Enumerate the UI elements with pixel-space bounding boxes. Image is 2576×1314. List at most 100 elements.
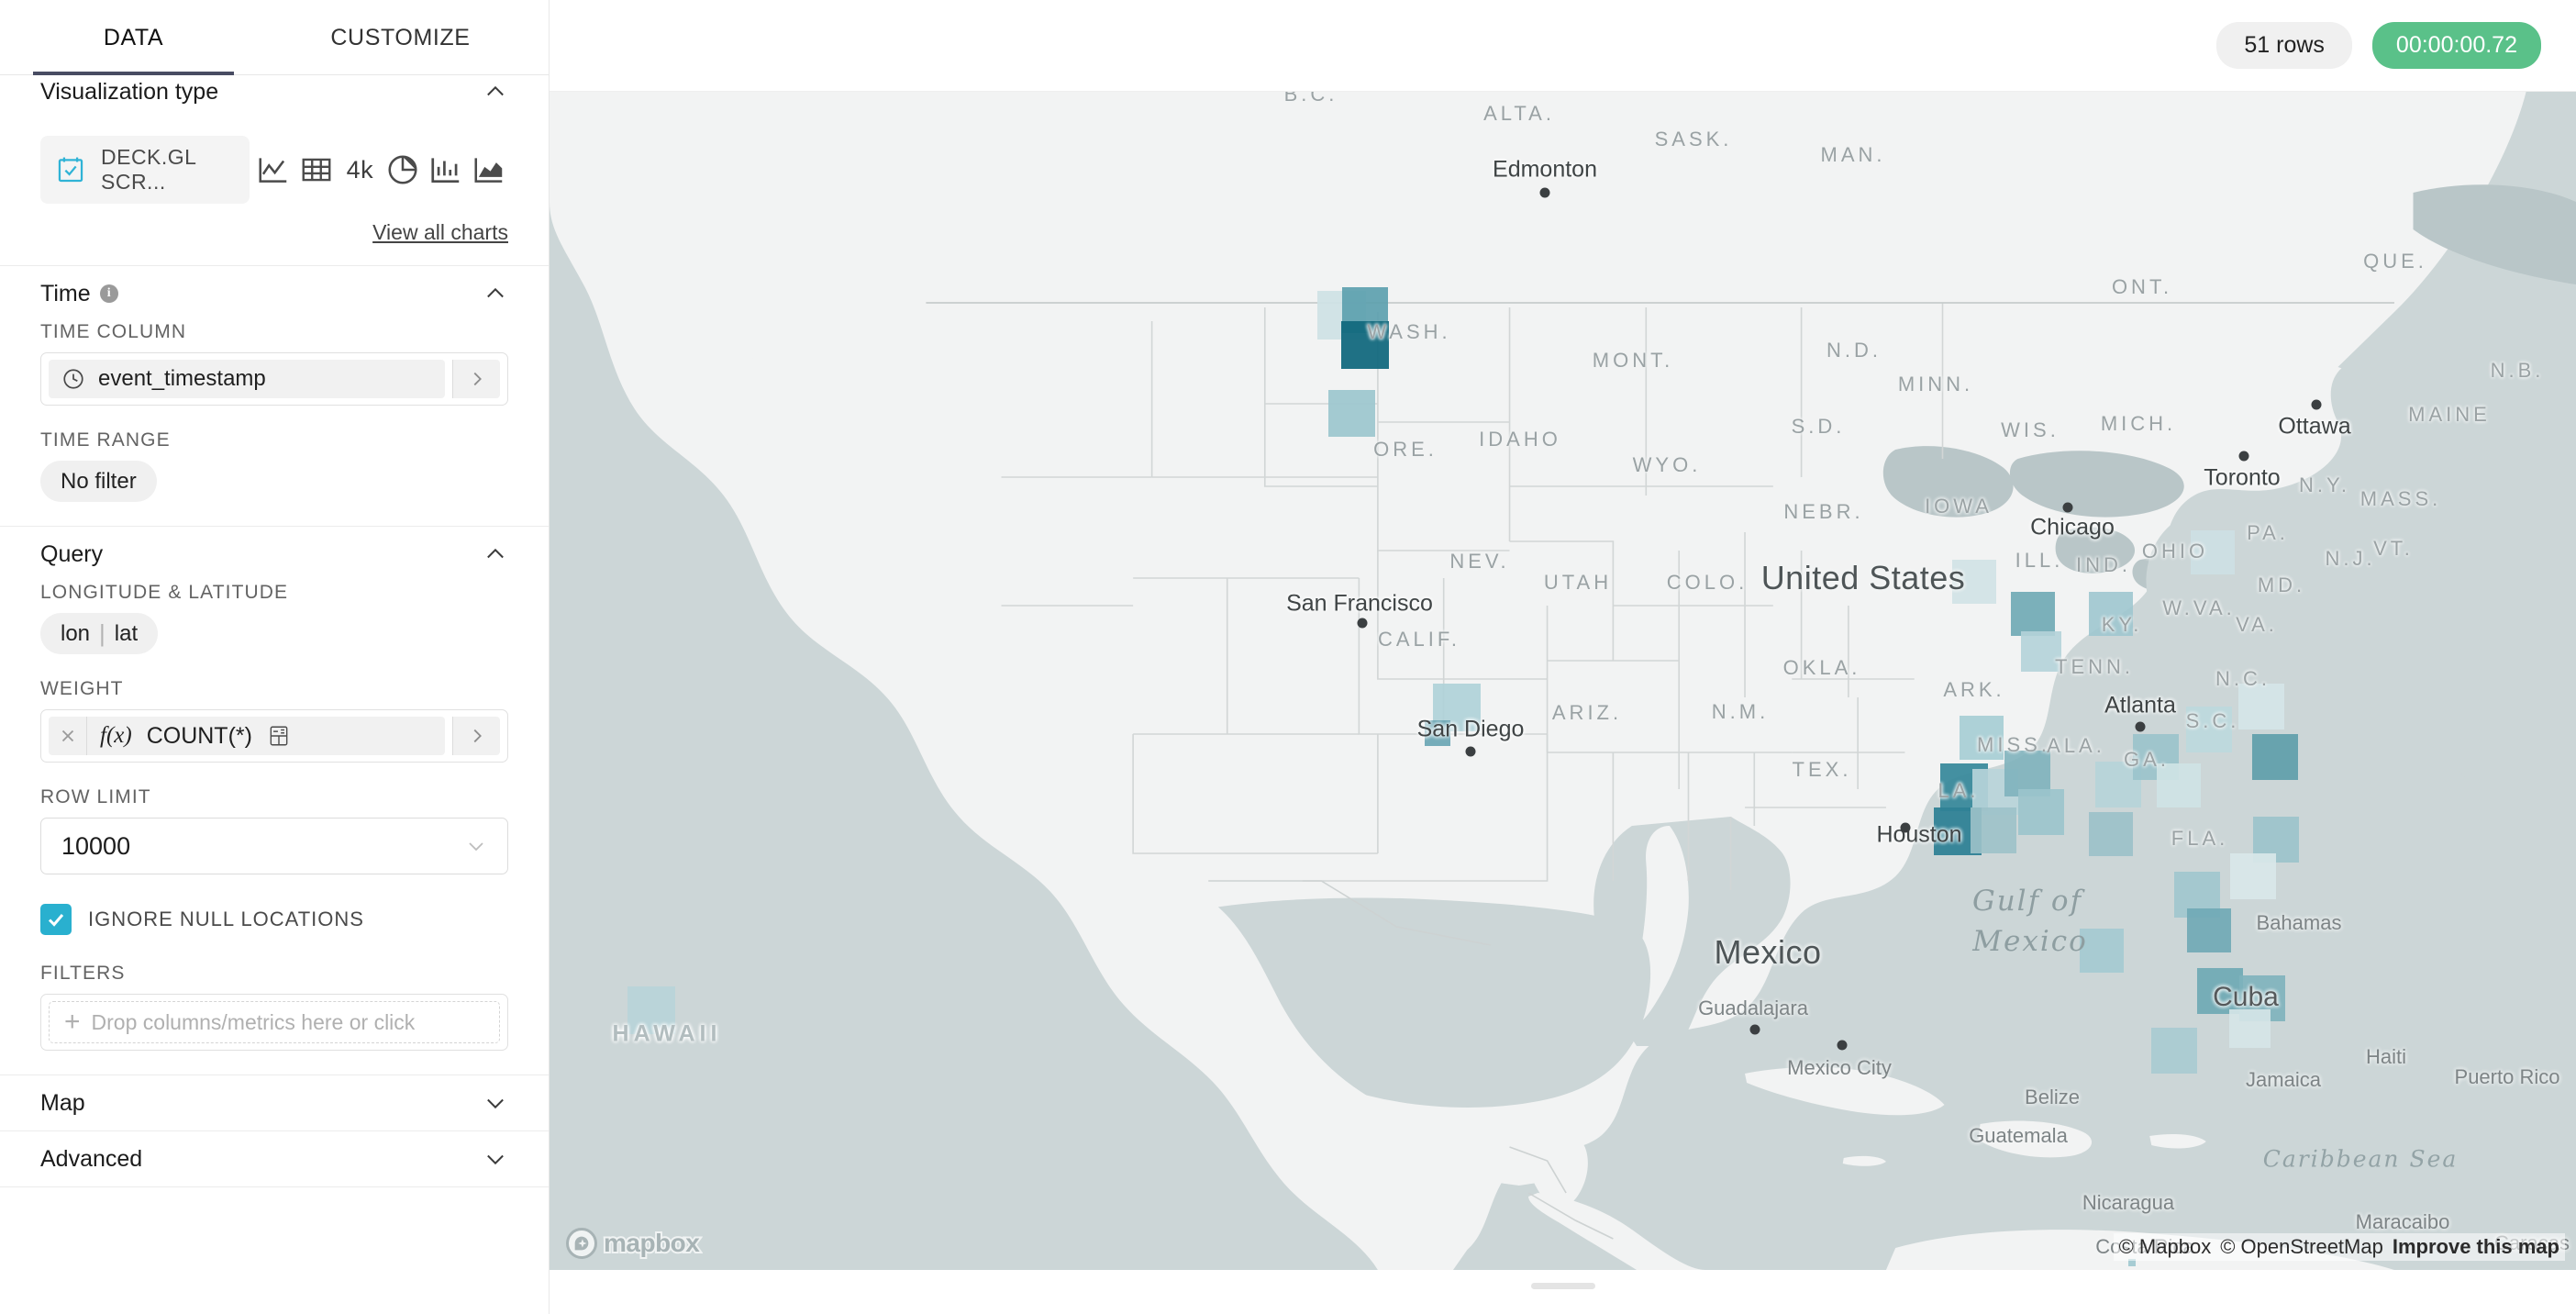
- chevron-down-icon[interactable]: [483, 1090, 508, 1116]
- screengrid-cell[interactable]: [2011, 592, 2055, 636]
- control-weight: WEIGHT f(x) COUNT(*): [40, 678, 508, 786]
- city-dot: [2135, 721, 2146, 732]
- panel-scroll-area[interactable]: Visualization type DECK.GL SCR... 4k Vie…: [0, 64, 549, 1314]
- chevron-down-icon[interactable]: [483, 1146, 508, 1172]
- control-ignore-null-locations[interactable]: IGNORE NULL LOCATIONS: [40, 898, 508, 963]
- area-chart-icon[interactable]: [471, 148, 508, 192]
- screengrid-cell[interactable]: [1425, 720, 1450, 746]
- screengrid-cell[interactable]: [627, 986, 675, 1034]
- ignore-null-locations-checkbox[interactable]: [40, 904, 72, 935]
- time-column-value-chip[interactable]: event_timestamp: [49, 360, 445, 398]
- chevron-up-icon[interactable]: [483, 281, 508, 306]
- section-title-visualization-type: Visualization type: [40, 78, 219, 105]
- ignore-null-locations-label: IGNORE NULL LOCATIONS: [88, 908, 364, 930]
- bar-chart-icon[interactable]: [427, 148, 465, 192]
- section-header-query[interactable]: Query: [40, 527, 508, 582]
- time-range-value: No filter: [61, 468, 137, 494]
- big-number-4k-icon[interactable]: 4k: [341, 148, 379, 192]
- section-advanced: Advanced: [0, 1131, 549, 1187]
- screengrid-cell[interactable]: [2021, 631, 2061, 672]
- superset-explore-page: DATA CUSTOMIZE Visualization type DECK.G…: [0, 0, 2576, 1314]
- weight-value-chip[interactable]: f(x) COUNT(*): [49, 717, 445, 755]
- info-icon[interactable]: i: [99, 284, 118, 303]
- chevron-up-icon[interactable]: [483, 79, 508, 105]
- attribution-mapbox[interactable]: © Mapbox: [2119, 1235, 2212, 1259]
- screengrid-cell[interactable]: [2191, 530, 2235, 574]
- line-chart-icon[interactable]: [255, 148, 293, 192]
- screengrid-cell[interactable]: [2229, 1009, 2271, 1048]
- weight-field[interactable]: f(x) COUNT(*): [40, 709, 508, 763]
- screengrid-cell[interactable]: [2252, 734, 2298, 780]
- big-number-label: 4k: [346, 155, 374, 184]
- view-all-charts-link[interactable]: View all charts: [40, 209, 508, 265]
- row-limit-value: 10000: [61, 831, 131, 860]
- rows-badge: 51 rows: [2216, 22, 2352, 69]
- longitude-latitude-label: LONGITUDE & LATITUDE: [40, 582, 289, 603]
- screengrid-cell[interactable]: [2089, 592, 2133, 636]
- weight-value: COUNT(*): [146, 722, 252, 749]
- control-row-limit: ROW LIMIT 10000: [40, 786, 508, 898]
- pie-chart-icon[interactable]: [384, 148, 422, 192]
- section-header-advanced[interactable]: Advanced: [40, 1131, 508, 1186]
- drag-handle[interactable]: [1530, 1283, 1595, 1289]
- chevron-right-icon[interactable]: [452, 717, 500, 755]
- deckgl-map[interactable]: B.C. ALTA. SASK. MAN. ONT. QUE. N.B. MAINE WASH.…: [550, 92, 2576, 1270]
- screengrid-cell[interactable]: [1971, 807, 2016, 853]
- screengrid-cell[interactable]: [2089, 812, 2133, 856]
- longitude-latitude-value-pill[interactable]: lon | lat: [40, 613, 159, 654]
- city-dot: [1465, 746, 1476, 757]
- screengrid-cell[interactable]: [1341, 321, 1389, 369]
- screengrid-cell[interactable]: [2157, 763, 2201, 807]
- mapbox-logo[interactable]: mapbox: [566, 1227, 702, 1259]
- city-dot: [1539, 187, 1550, 198]
- chevron-up-icon[interactable]: [483, 541, 508, 567]
- section-title-query: Query: [40, 540, 104, 567]
- mapbox-logo-text: mapbox: [602, 1227, 702, 1259]
- filters-placeholder: Drop columns/metrics here or click: [91, 1009, 416, 1034]
- bottom-resize-strip: [550, 1270, 2576, 1314]
- chevron-right-icon[interactable]: [452, 360, 500, 398]
- tab-data-label: DATA: [103, 24, 164, 50]
- screengrid-cell[interactable]: [2018, 789, 2064, 835]
- screengrid-cell[interactable]: [2197, 968, 2243, 1014]
- section-header-visualization-type[interactable]: Visualization type: [40, 64, 508, 119]
- screengrid-cell[interactable]: [2187, 908, 2231, 952]
- section-header-time[interactable]: Time i: [40, 266, 508, 321]
- time-column-value: event_timestamp: [98, 366, 266, 391]
- chart-area: 51 rows 00:00:00.72 B.C. ALTA. SASK. MAN…: [550, 0, 2576, 1314]
- viz-selected-label: DECK.GL SCR...: [101, 145, 196, 194]
- screengrid-cell[interactable]: [1328, 390, 1375, 437]
- screengrid-cell[interactable]: [1952, 560, 1996, 604]
- screengrid-cell[interactable]: [2238, 684, 2284, 729]
- city-dot: [1900, 822, 1911, 833]
- screengrid-cell[interactable]: [1960, 716, 2004, 760]
- screengrid-cell[interactable]: [2080, 929, 2124, 973]
- section-title-time: Time i: [40, 281, 118, 307]
- section-time: Time i TIME COLUMN event_timestamp TIME …: [0, 266, 549, 527]
- close-icon[interactable]: [49, 717, 87, 755]
- viz-selected-deckgl-screengrid[interactable]: DECK.GL SCR...: [40, 136, 250, 204]
- filters-label: FILTERS: [40, 963, 126, 984]
- row-limit-select[interactable]: 10000: [40, 818, 508, 874]
- filters-dropzone[interactable]: + Drop columns/metrics here or click: [40, 994, 508, 1051]
- visualization-type-row: DECK.GL SCR... 4k: [40, 119, 508, 209]
- screengrid-cell[interactable]: [2151, 1028, 2197, 1074]
- section-visualization-type: Visualization type DECK.GL SCR... 4k Vie…: [0, 64, 549, 266]
- improve-this-map-link[interactable]: Improve this map: [2393, 1235, 2559, 1259]
- city-dot: [2238, 451, 2249, 462]
- view-all-charts-label: View all charts: [372, 220, 508, 244]
- section-header-map[interactable]: Map: [40, 1075, 508, 1130]
- plus-icon: +: [64, 1007, 81, 1037]
- time-column-field[interactable]: event_timestamp: [40, 352, 508, 406]
- deckgl-screengrid-icon: [55, 154, 86, 185]
- filters-dropzone-inner[interactable]: + Drop columns/metrics here or click: [49, 1001, 500, 1043]
- time-range-value-pill[interactable]: No filter: [40, 461, 157, 502]
- screengrid-cell[interactable]: [2186, 707, 2232, 752]
- city-dot: [1749, 1024, 1760, 1035]
- chevron-down-icon[interactable]: [465, 835, 487, 857]
- screengrid-cell[interactable]: [2230, 853, 2276, 899]
- attribution-osm[interactable]: © OpenStreetMap: [2220, 1235, 2383, 1259]
- chart-header: 51 rows 00:00:00.72: [550, 0, 2576, 92]
- table-icon[interactable]: [298, 148, 336, 192]
- control-filters: FILTERS + Drop columns/metrics here or c…: [40, 963, 508, 1075]
